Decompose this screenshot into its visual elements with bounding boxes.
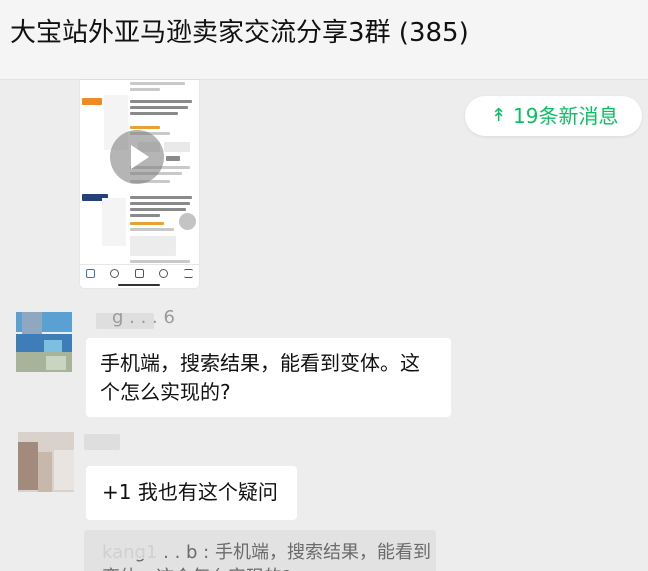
video-content-rating [130,222,164,225]
video-content-line [130,100,192,103]
chat-title: 大宝站外亚马逊卖家交流分享3群 (385) [10,18,469,48]
message-bubble[interactable]: +1 我也有这个疑问 [86,466,297,520]
video-content-line [130,112,178,115]
video-content-price [166,156,180,161]
sender-name-blur [84,434,120,450]
message-bubble[interactable]: 手机端，搜索结果，能看到变体。这个怎么实现的? [86,338,451,417]
video-content-box [164,142,190,152]
home-icon [86,269,95,278]
video-content-line [130,260,190,263]
video-content-line [130,228,174,231]
video-content-line [130,208,186,211]
cart-icon [159,269,168,278]
bulb-icon [110,269,119,278]
video-product-thumb [102,198,126,246]
chat-header: 大宝站外亚马逊卖家交流分享3群 (385) [0,0,648,80]
video-side-icon [179,213,196,230]
video-content-line [130,88,160,91]
video-content-line [130,202,190,205]
video-content-tag [82,98,102,105]
video-content-line [130,214,160,217]
quoted-sender-blur [98,539,160,559]
video-content-line [130,106,188,109]
avatar[interactable] [18,432,74,492]
video-message[interactable] [80,80,199,288]
double-chevron-up-icon: ↟ [491,105,507,126]
video-content-box [130,236,176,256]
play-icon[interactable] [110,130,164,184]
avatar[interactable] [16,312,72,372]
user-icon [135,269,144,278]
video-phone-navbar [80,264,199,284]
new-messages-label: 19条新消息 [513,104,619,128]
menu-icon [184,269,193,278]
video-content-rating [130,126,160,129]
new-messages-button[interactable]: ↟ 19条新消息 [465,96,642,136]
quoted-message[interactable]: kang1 . . b : 手机端，搜索结果，能看到变体。这个怎么实现的? [84,530,436,571]
video-content-line [130,196,192,199]
sender-name: g . . . 6 [112,307,175,328]
phone-home-indicator [118,284,160,286]
video-content-line [130,82,185,85]
